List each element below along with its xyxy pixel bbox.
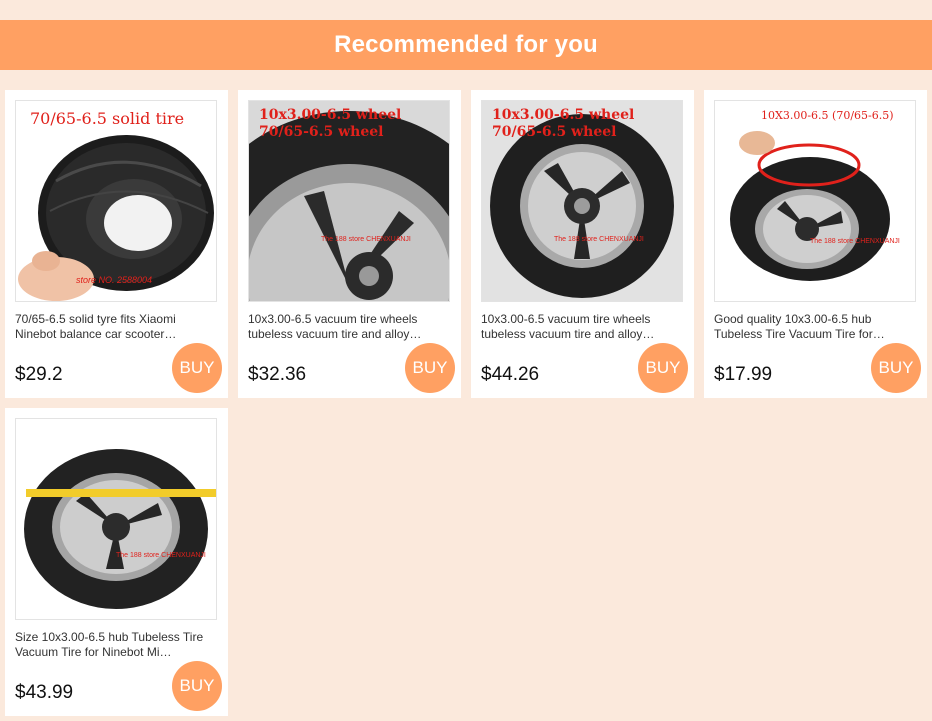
recommended-banner: Recommended for you [0, 20, 932, 70]
image-caption: 10X3.00-6.5 (70/65-6.5) [761, 109, 894, 122]
product-card[interactable]: 10x3.00-6.5 wheel 70/65-6.5 wheel The 18… [238, 90, 461, 398]
product-title[interactable]: Size 10x3.00-6.5 hub Tubeless Tire Vacuu… [15, 630, 220, 660]
product-card[interactable]: 70/65-6.5 solid tire store NO. 2588004 7… [5, 90, 228, 398]
product-title[interactable]: Good quality 10x3.00-6.5 hub Tubeless Ti… [714, 312, 919, 342]
product-price: $44.26 [481, 364, 540, 385]
buy-button[interactable]: BUY [871, 343, 921, 393]
buy-button[interactable]: BUY [172, 343, 222, 393]
image-caption: 70/65-6.5 wheel [492, 124, 616, 140]
product-card[interactable]: 10x3.00-6.5 wheel 70/65-6.5 wheel The 18… [471, 90, 694, 398]
product-title[interactable]: 10x3.00-6.5 vacuum tire wheels tubeless … [481, 312, 686, 342]
image-caption: 10x3.00-6.5 wheel [259, 107, 401, 123]
product-card[interactable]: The 188 store CHENXUANJI Size 10x3.00-6.… [5, 408, 228, 716]
buy-button[interactable]: BUY [172, 661, 222, 711]
image-watermark: The 188 store CHENXUANJI [554, 236, 644, 243]
product-image[interactable]: 70/65-6.5 solid tire store NO. 2588004 [15, 100, 217, 302]
product-title[interactable]: 70/65-6.5 solid tyre fits Xiaomi Ninebot… [15, 312, 220, 342]
buy-button[interactable]: BUY [405, 343, 455, 393]
product-title[interactable]: 10x3.00-6.5 vacuum tire wheels tubeless … [248, 312, 453, 342]
image-caption: 70/65-6.5 solid tire [30, 109, 184, 128]
product-image[interactable]: 10x3.00-6.5 wheel 70/65-6.5 wheel The 18… [481, 100, 683, 302]
image-caption: 70/65-6.5 wheel [259, 124, 383, 140]
product-price: $29.2 [15, 364, 63, 385]
product-card[interactable]: 10X3.00-6.5 (70/65-6.5) The 188 store CH… [704, 90, 927, 398]
product-image[interactable]: 10x3.00-6.5 wheel 70/65-6.5 wheel The 18… [248, 100, 450, 302]
product-price: $32.36 [248, 364, 307, 385]
image-watermark: The 188 store CHENXUANJI [810, 238, 900, 245]
product-image[interactable]: 10X3.00-6.5 (70/65-6.5) The 188 store CH… [714, 100, 916, 302]
product-price: $43.99 [15, 682, 74, 703]
image-caption: 10x3.00-6.5 wheel [492, 107, 634, 123]
image-watermark: The 188 store CHENXUANJI [116, 552, 206, 559]
product-price: $17.99 [714, 364, 773, 385]
image-watermark: The 188 store CHENXUANJI [321, 236, 411, 243]
product-image[interactable]: The 188 store CHENXUANJI [15, 418, 217, 620]
image-watermark: store NO. 2588004 [76, 275, 152, 285]
banner-title: Recommended for you [334, 31, 598, 58]
buy-button[interactable]: BUY [638, 343, 688, 393]
